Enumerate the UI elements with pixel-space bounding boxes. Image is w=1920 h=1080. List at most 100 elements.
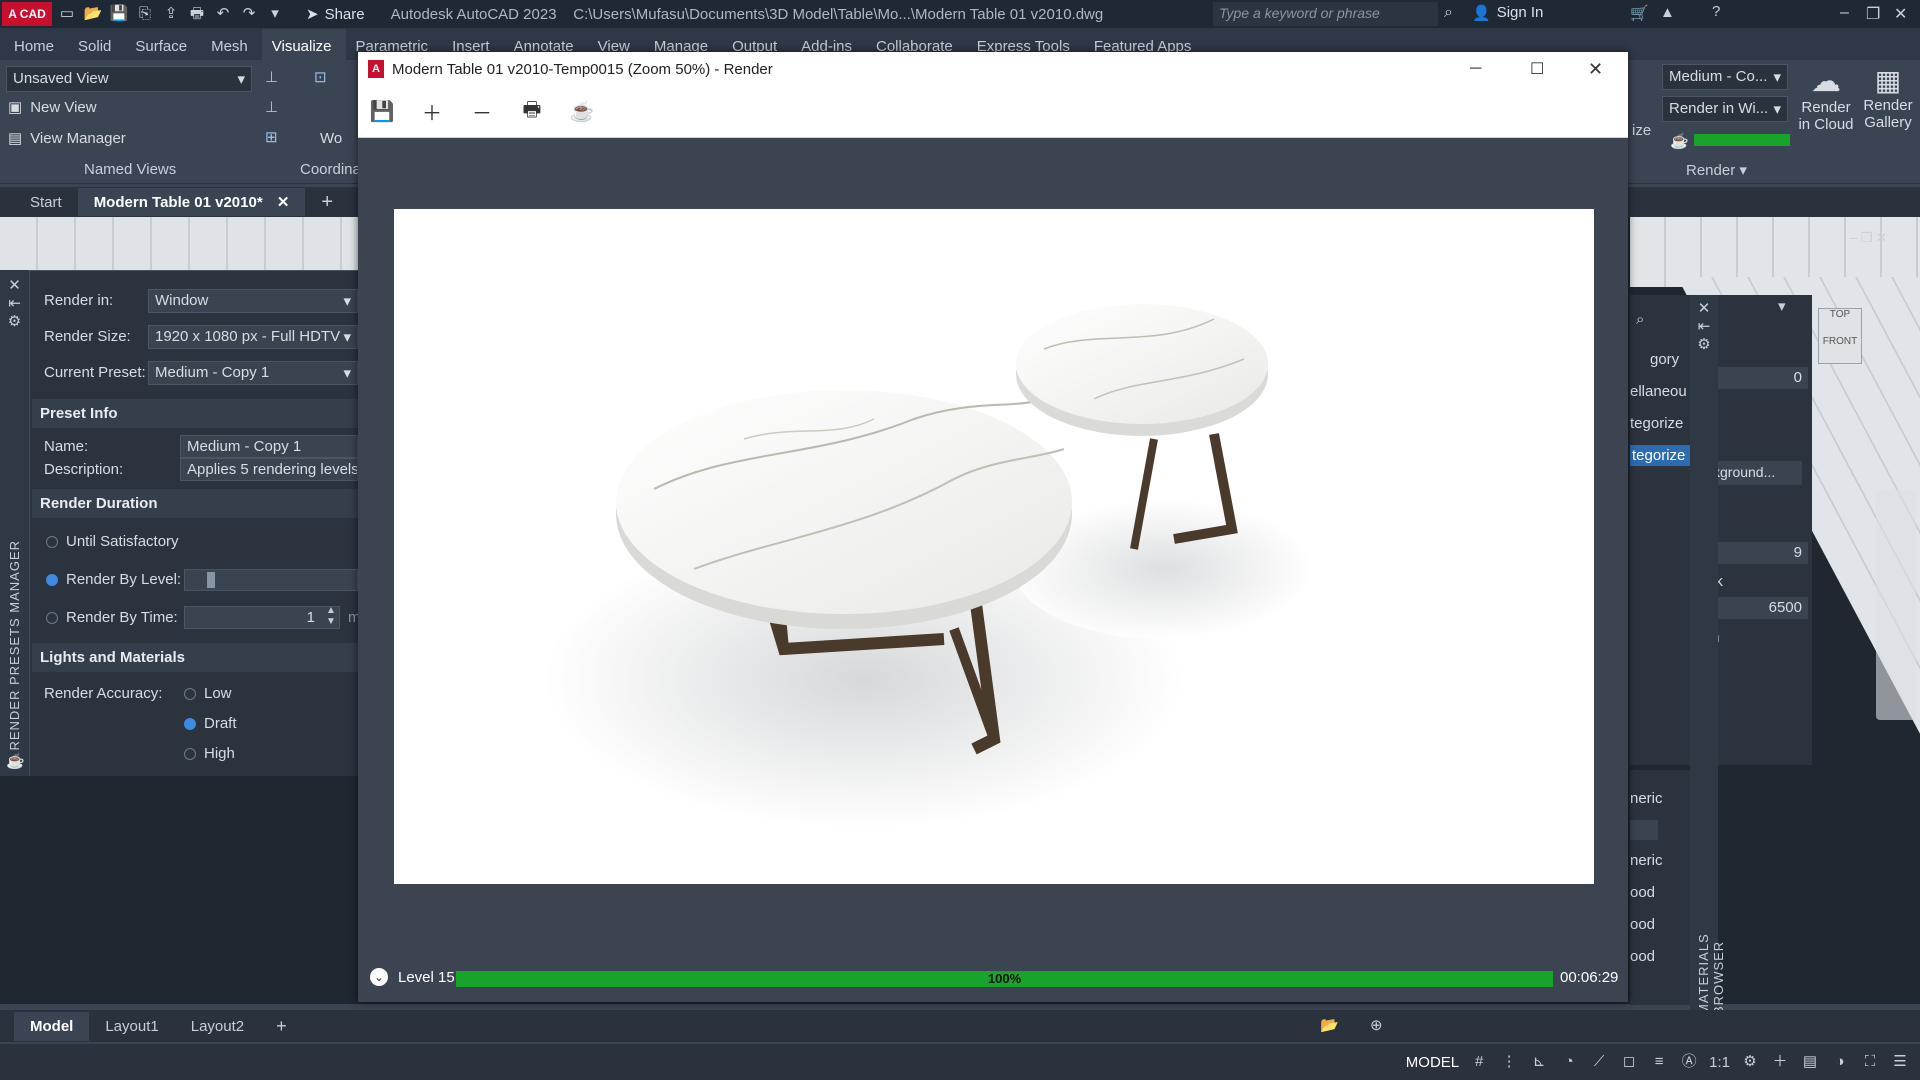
ortho-icon[interactable]: ⊾ — [1529, 1052, 1549, 1072]
doc-tab-modern-table[interactable]: Modern Table 01 v2010* ✕ — [77, 188, 306, 216]
autodesk-app-icon[interactable]: ▲ — [1660, 4, 1675, 21]
annotation-scale[interactable]: 1:1 — [1709, 1054, 1730, 1071]
settings-gear-icon[interactable]: ⚙ — [1740, 1052, 1760, 1072]
lights-materials-header[interactable]: Lights and Materials — [32, 643, 360, 672]
preset-name-field[interactable]: Medium - Copy 1 — [180, 435, 358, 458]
tab-solid[interactable]: Solid — [68, 29, 125, 60]
save-as-icon[interactable]: ⎘ — [134, 5, 156, 23]
globe-icon[interactable]: ⊕ — [1370, 1016, 1383, 1034]
cancel-render-icon[interactable]: ☕ — [564, 94, 600, 130]
category-item[interactable]: tegorize — [1630, 415, 1683, 432]
sign-in-button[interactable]: 👤 Sign In — [1472, 4, 1543, 22]
new-file-icon[interactable]: ▭ — [56, 5, 78, 23]
close-tab-icon[interactable]: ✕ — [277, 194, 290, 211]
folder-icon[interactable]: 📂 — [1320, 1016, 1339, 1034]
redo-icon[interactable]: ↷ — [238, 5, 260, 23]
teapot-icon[interactable]: ☕ — [1670, 132, 1690, 150]
chevron-down-icon[interactable]: ▾ — [1778, 297, 1786, 315]
customize-menu-icon[interactable]: ☰ — [1890, 1052, 1910, 1072]
save-render-icon[interactable]: 💾 — [364, 94, 400, 130]
time-stepper-arrows-icon[interactable]: ▲ ▼ — [326, 605, 336, 627]
accuracy-low-option[interactable]: Low — [184, 685, 232, 702]
fullscreen-icon[interactable]: ⛶ — [1860, 1052, 1880, 1072]
expand-chevron-icon[interactable]: ⌄ — [370, 968, 388, 986]
maximize-icon[interactable]: ☐ — [1530, 59, 1544, 79]
autohide-icon[interactable]: ⇤ — [1690, 317, 1718, 335]
autohide-icon[interactable]: ⇤ — [0, 294, 29, 312]
level-slider[interactable] — [184, 569, 358, 591]
close-palette-icon[interactable]: ✕ — [0, 276, 29, 294]
render-size-select[interactable]: 1920 x 1080 px - Full HDTV ▾ — [148, 325, 358, 349]
category-item[interactable]: gory — [1650, 351, 1679, 368]
view-dropdown[interactable]: Unsaved View ▾ — [6, 66, 252, 92]
accuracy-draft-radio[interactable] — [184, 718, 196, 731]
close-palette-icon[interactable]: ✕ — [1690, 299, 1718, 317]
render-in-select[interactable]: Window ▾ — [148, 289, 358, 313]
search-input[interactable]: Type a keyword or phrase — [1213, 2, 1438, 26]
new-view-button[interactable]: ▣ New View — [8, 98, 97, 117]
render-preset-dropdown[interactable]: Medium - Co... ▾ — [1662, 64, 1788, 90]
print-icon[interactable]: 🖶 — [514, 94, 550, 130]
lineweight-icon[interactable]: ≡ — [1649, 1052, 1669, 1072]
tab-surface[interactable]: Surface — [125, 29, 201, 60]
zoom-in-icon[interactable]: ＋ — [414, 94, 450, 130]
minimize-app-icon[interactable]: – — [1840, 4, 1849, 22]
render-by-time-option[interactable]: Render By Time: — [46, 609, 178, 626]
accuracy-high-radio[interactable] — [184, 748, 196, 761]
tab-mesh[interactable]: Mesh — [201, 29, 262, 60]
render-by-level-option[interactable]: Render By Level: — [46, 571, 181, 588]
list-item[interactable]: neric — [1630, 790, 1663, 807]
list-item[interactable]: ood — [1630, 884, 1655, 901]
list-item[interactable]: ood — [1630, 948, 1655, 965]
viewport-controls[interactable]: – ❐ ✕ — [1850, 230, 1887, 246]
polar-icon[interactable]: ◔ — [1559, 1052, 1579, 1072]
render-in-dropdown[interactable]: Render in Wi... ▾ — [1662, 96, 1788, 122]
properties-icon[interactable]: ⚙ — [1690, 335, 1718, 353]
ucs-origin-icon[interactable]: ⊥ — [265, 98, 278, 116]
accuracy-low-radio[interactable] — [184, 688, 196, 701]
layout-tab-model[interactable]: Model — [14, 1011, 90, 1041]
navigation-bar[interactable] — [1876, 490, 1916, 720]
ucs-named-icon[interactable]: ⊡ — [314, 68, 327, 86]
layout-tab-layout1[interactable]: Layout1 — [89, 1012, 174, 1041]
render-by-time-radio[interactable] — [46, 612, 58, 625]
list-item[interactable]: neric — [1630, 852, 1663, 869]
level-slider-thumb[interactable] — [207, 572, 215, 588]
list-item[interactable]: ood — [1630, 916, 1655, 933]
render-panel-label[interactable]: Render ▾ — [1686, 161, 1747, 179]
layout-tab-layout2[interactable]: Layout2 — [175, 1012, 260, 1041]
properties-icon[interactable]: ▤ — [1800, 1052, 1820, 1072]
accuracy-draft-option[interactable]: Draft — [184, 715, 237, 732]
render-gallery-button[interactable]: ▦ Render Gallery — [1858, 64, 1918, 131]
hardware-acceleration-icon[interactable]: ◑ — [1830, 1052, 1850, 1072]
render-in-cloud-button[interactable]: ☁ Render in Cloud — [1796, 64, 1856, 133]
viewcube[interactable]: TOP FRONT — [1818, 308, 1862, 364]
search-icon[interactable]: ⌕ — [1444, 4, 1453, 22]
close-app-icon[interactable]: ✕ — [1894, 4, 1907, 24]
render-duration-header[interactable]: Render Duration — [32, 489, 360, 518]
cart-icon[interactable]: 🛒 — [1630, 4, 1649, 22]
grid-icon[interactable]: # — [1469, 1052, 1489, 1072]
new-tab-button[interactable]: + — [305, 186, 349, 219]
current-preset-select[interactable]: Medium - Copy 1 ▾ — [148, 361, 358, 385]
search-icon[interactable]: ⌕ — [1636, 311, 1644, 328]
undo-icon[interactable]: ↶ — [212, 5, 234, 23]
material-swatch[interactable] — [1630, 820, 1658, 840]
viewcube-top[interactable]: TOP — [1819, 309, 1861, 320]
accuracy-high-option[interactable]: High — [184, 745, 235, 762]
plot-icon[interactable]: 🖶 — [186, 5, 208, 23]
app-logo[interactable]: A CAD — [2, 2, 52, 26]
ucs-world-icon[interactable]: ⊞ — [265, 128, 278, 146]
until-satisfactory-option[interactable]: Until Satisfactory — [46, 533, 179, 550]
share-button[interactable]: ➤ Share — [306, 5, 365, 24]
tab-visualize[interactable]: Visualize — [261, 28, 346, 60]
properties-icon[interactable]: ⚙ — [0, 312, 29, 330]
annotation-icon[interactable]: Ⓐ — [1679, 1052, 1699, 1072]
viewcube-front[interactable]: FRONT — [1819, 336, 1861, 347]
add-icon[interactable]: ＋ — [1770, 1052, 1790, 1072]
new-layout-button[interactable]: + — [260, 1010, 303, 1043]
category-item[interactable]: ellaneou — [1630, 383, 1687, 400]
preset-description-field[interactable]: Applies 5 rendering levels — [180, 458, 358, 481]
open-folder-icon[interactable]: 📂 — [82, 5, 104, 23]
save-icon[interactable]: 💾 — [108, 5, 130, 23]
